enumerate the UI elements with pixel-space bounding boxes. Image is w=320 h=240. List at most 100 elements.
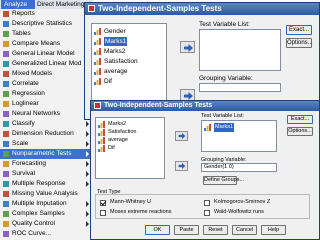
menu-item-icon [3,211,9,217]
dialog-front-title-bar: Two-Independent-Samples Tests [91,101,319,111]
define-groups-button[interactable]: Define Groups... [203,176,244,185]
menu-item-label: ROC Curve... [12,230,52,237]
menu-item[interactable]: Compare Means [0,39,92,49]
menu-item-label: Mixed Models [12,70,53,77]
grouping-variable-field[interactable] [199,83,281,92]
variable-name: Marks2 [104,48,126,55]
menu-item[interactable]: Forecasting [0,159,92,169]
submenu-arrow-icon [86,171,89,177]
menu-item-icon [3,111,9,117]
submenu-arrow-icon [86,151,89,157]
ok-button[interactable]: OK [145,225,170,235]
menu-item-icon [3,91,9,97]
move-to-grouping-button[interactable] [175,161,188,171]
menu-item[interactable]: Mixed Models [0,69,92,79]
scale-variable-icon [204,124,211,131]
variable-source-list[interactable]: Marks2 Satisfaction average Dif [95,117,165,179]
menu-item-icon [3,141,9,147]
move-to-test-list-button[interactable] [180,41,195,53]
dialog-front-title: Two-Independent-Samples Tests [104,102,213,109]
exact-button[interactable]: Exact... [287,115,313,124]
menu-item[interactable]: Dimension Reduction [0,129,92,139]
test-variable-list[interactable] [199,29,281,71]
test-type-group: Mann-Whitney U Kolmogorov-Smirnov Z Moses … [95,194,310,219]
variable-name: Satisfaction [104,58,138,65]
paste-button[interactable]: Paste [174,225,199,235]
scale-variable-icon [98,129,105,136]
test-checkbox[interactable] [100,210,106,216]
menu-item[interactable]: General Linear Model [0,49,92,59]
menu-item[interactable]: Survival [0,169,92,179]
menu-item[interactable]: Multiple Response [0,179,92,189]
menu-item-icon [3,31,9,37]
test-variable-list-label: Test Variable List: [199,21,250,28]
test-checkbox[interactable] [204,210,210,216]
variable-name: Dif [108,145,115,151]
scale-variable-icon [94,68,101,75]
menu-bar: Analyze Direct Marketing [0,0,92,9]
menu-item[interactable]: Loglinear [0,99,92,109]
menu-item[interactable]: Generalized Linear Mod [0,59,92,69]
right-arrow-icon [178,133,186,139]
menu-item-icon [3,161,9,167]
menu-item[interactable]: Descriptive Statistics [0,19,92,29]
menu-item[interactable]: Correlate [0,79,92,89]
cancel-button[interactable]: Cancel [232,225,257,235]
menu-item[interactable]: Reports [0,9,92,19]
menu-item[interactable]: Regression [0,89,92,99]
menu-item-label: Multiple Response [12,180,66,187]
test-checkbox[interactable] [100,200,106,206]
menu-item-icon [3,151,9,157]
exact-button[interactable]: Exact... [286,25,312,35]
menu-item-label: Reports [12,10,35,17]
reset-button[interactable]: Reset [203,225,228,235]
options-button[interactable]: Options... [287,127,313,136]
menu-item[interactable]: Quality Control [0,219,92,229]
menu-item-label: Compare Means [12,40,61,47]
menu-item-label: Missing Value Analysis [12,190,78,197]
scale-variable-icon [94,58,101,65]
menu-item[interactable]: Scale [0,139,92,149]
scale-variable-icon [98,137,105,144]
menu-item-label: Regression [12,90,45,97]
variable-name: Marks1 [214,123,235,132]
menu-item[interactable]: Missing Value Analysis [0,189,92,199]
menu-item-label: Classify [12,120,35,127]
move-to-test-list-button[interactable] [175,131,188,141]
menu-item[interactable]: Nonparametric Tests [0,149,92,159]
scale-variable-icon [94,48,101,55]
menu-item[interactable]: Multiple Imputation [0,199,92,209]
right-arrow-icon [184,92,193,100]
menu-item-label: Survival [12,170,36,177]
options-button[interactable]: Options... [286,38,313,48]
menu-item-label: Neural Networks [12,110,61,117]
analyze-menu: Reports Descriptive Statistics Tables Compa… [0,9,92,240]
menu-item[interactable]: ROC Curve... [0,229,92,239]
variable-name: Gender [104,28,126,35]
menu-item-label: Complex Samples [12,210,65,217]
app-icon [88,5,95,12]
menu-item-label: Multiple Imputation [12,200,67,207]
test-variable-list[interactable]: Marks1 [201,120,277,152]
menu-item-icon [3,61,9,67]
menu-item[interactable]: Neural Networks [0,109,92,119]
help-button[interactable]: Help [261,225,286,235]
scale-variable-icon [94,28,101,35]
direct-marketing-menu-title[interactable]: Direct Marketing [37,0,89,9]
menu-item-icon [3,71,9,77]
grouping-variable-field[interactable]: Gender(1 0) [201,163,277,172]
menu-item-label: Nonparametric Tests [12,150,72,157]
menu-item-icon [3,191,9,197]
variable-name: average [104,68,128,75]
test-checkbox-label: Moses extreme reactions [110,209,172,215]
analyze-menu-title[interactable]: Analyze [1,0,35,9]
test-checkbox[interactable] [204,200,210,206]
menu-item[interactable]: Classify [0,119,92,129]
menu-item[interactable]: Complex Samples [0,209,92,219]
menu-item-icon [3,11,9,17]
menu-item-icon [3,121,9,127]
scale-variable-icon [94,78,101,85]
variable-name: Marks1 [104,37,128,46]
submenu-arrow-icon [86,221,89,227]
menu-item[interactable]: Tables [0,29,92,39]
